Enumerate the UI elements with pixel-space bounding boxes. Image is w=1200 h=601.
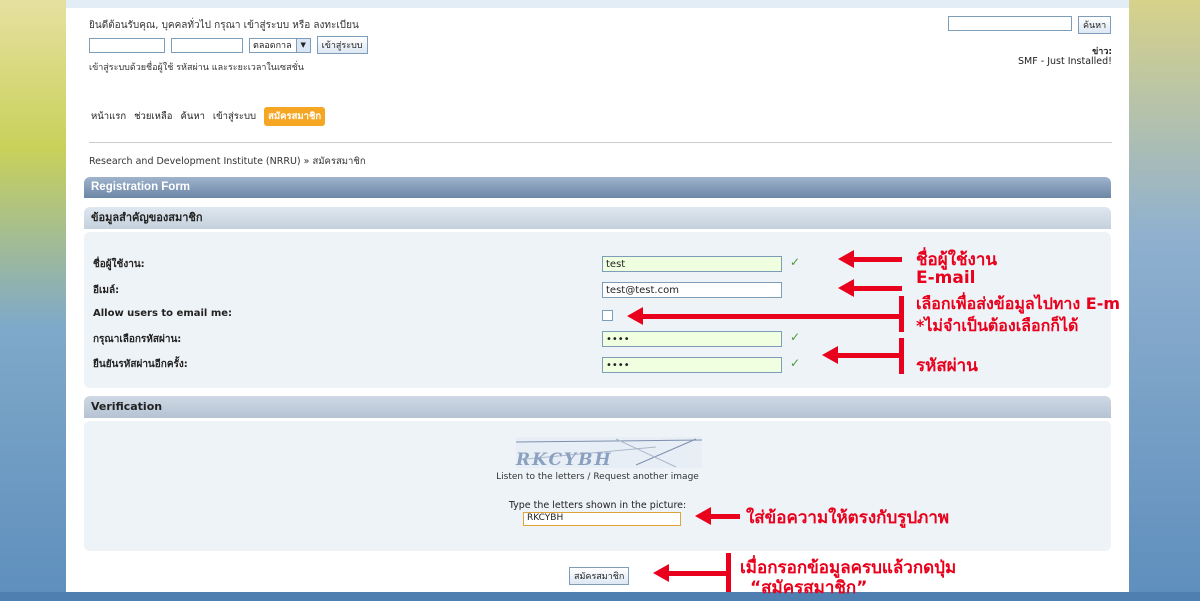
annotation-password: รหัสผ่าน — [916, 356, 978, 376]
annotation-email: E-mail — [916, 268, 976, 288]
menu-item-login[interactable]: เข้าสู่ระบบ — [213, 109, 256, 124]
allow-email-label: Allow users to email me: — [93, 308, 233, 319]
captcha-links: Listen to the letters / Request another … — [66, 472, 1129, 482]
confirm-password-field[interactable]: •••• — [602, 357, 782, 373]
password-label: กรุณาเลือกรหัสผ่าน: — [93, 334, 182, 345]
captcha-link-separator: / — [584, 472, 594, 482]
annotation-bracket — [726, 553, 731, 592]
news-text: SMF - Just Installed! — [1018, 56, 1112, 67]
top-bar — [66, 0, 1129, 8]
captcha-input[interactable]: RKCYBH — [523, 512, 681, 526]
search-button[interactable]: ค้นหา — [1078, 16, 1112, 34]
password-field[interactable]: •••• — [602, 331, 782, 347]
annotation-arrow-shaft — [665, 571, 727, 576]
allow-email-checkbox[interactable] — [602, 310, 613, 321]
annotation-bracket — [899, 296, 904, 332]
annotation-arrow-shaft — [850, 257, 902, 262]
search-area: ค้นหา — [948, 16, 1112, 34]
annotation-arrow-shaft — [834, 353, 902, 358]
username-label: ชื่อผู้ใช้งาน: — [93, 259, 145, 270]
login-button[interactable]: เข้าสู่ระบบ — [316, 36, 368, 54]
captcha-input-label: Type the letters shown in the picture: — [508, 500, 687, 511]
search-input[interactable] — [948, 16, 1072, 31]
check-icon: ✓ — [790, 356, 801, 370]
email-field[interactable]: test@test.com — [602, 282, 782, 298]
annotation-arrow-shaft — [707, 514, 740, 519]
username-login-input[interactable] — [89, 37, 165, 53]
divider — [89, 142, 1112, 143]
annotation-captcha: ใส่ข้อความให้ตรงกับรูปภาพ — [746, 508, 950, 528]
login-hint: เข้าสู่ระบบด้วยชื่อผู้ใช้ รหัสผ่าน และระ… — [89, 63, 304, 73]
captcha-text: RKCYBH — [516, 450, 613, 470]
breadcrumb: Research and Development Institute (NRRU… — [89, 156, 366, 167]
annotation-arrow-shaft — [639, 314, 901, 319]
background-left — [0, 0, 66, 592]
annotation-arrow-shaft — [850, 286, 902, 291]
check-icon: ✓ — [790, 330, 801, 344]
member-info-header: ข้อมูลสำคัญของสมาชิก — [84, 207, 1111, 229]
main-menu: หน้าแรก ช่วยเหลือ ค้นหา เข้าสู่ระบบ สมัค… — [91, 107, 326, 126]
session-length-value: ตลอดกาล — [253, 41, 292, 51]
registration-form-header: Registration Form — [84, 177, 1111, 198]
background-right — [1129, 0, 1200, 592]
register-submit-button[interactable]: สมัครสมาชิก — [569, 567, 630, 585]
chevron-down-icon: ▼ — [295, 38, 310, 52]
login-form: ตลอดกาล ▼ เข้าสู่ระบบ — [89, 36, 368, 54]
annotation-allow-email-2: *ไม่จำเป็นต้องเลือกก็ได้ — [916, 316, 1079, 335]
welcome-text: ยินดีต้อนรับคุณ, บุคคลทั่วไป กรุณา เข้าส… — [89, 20, 359, 31]
email-label: อีเมล์: — [93, 285, 120, 296]
verification-header: Verification — [84, 396, 1111, 418]
check-icon: ✓ — [790, 255, 801, 269]
session-length-select[interactable]: ตลอดกาล ▼ — [249, 37, 311, 53]
menu-item-search[interactable]: ค้นหา — [180, 109, 204, 124]
menu-item-register[interactable]: สมัครสมาชิก — [264, 107, 326, 126]
menu-item-help[interactable]: ช่วยเหลือ — [134, 109, 172, 124]
request-image-link[interactable]: Request another image — [593, 472, 699, 482]
annotation-bracket — [899, 338, 904, 374]
confirm-password-label: ยืนยันรหัสผ่านอีกครั้ง: — [93, 359, 188, 370]
password-login-input[interactable] — [171, 37, 243, 53]
menu-item-home[interactable]: หน้าแรก — [91, 109, 126, 124]
username-field[interactable]: test — [602, 256, 782, 272]
listen-link[interactable]: Listen to the letters — [496, 472, 584, 482]
annotation-submit-2: “สมัครสมาชิก” — [750, 578, 868, 598]
